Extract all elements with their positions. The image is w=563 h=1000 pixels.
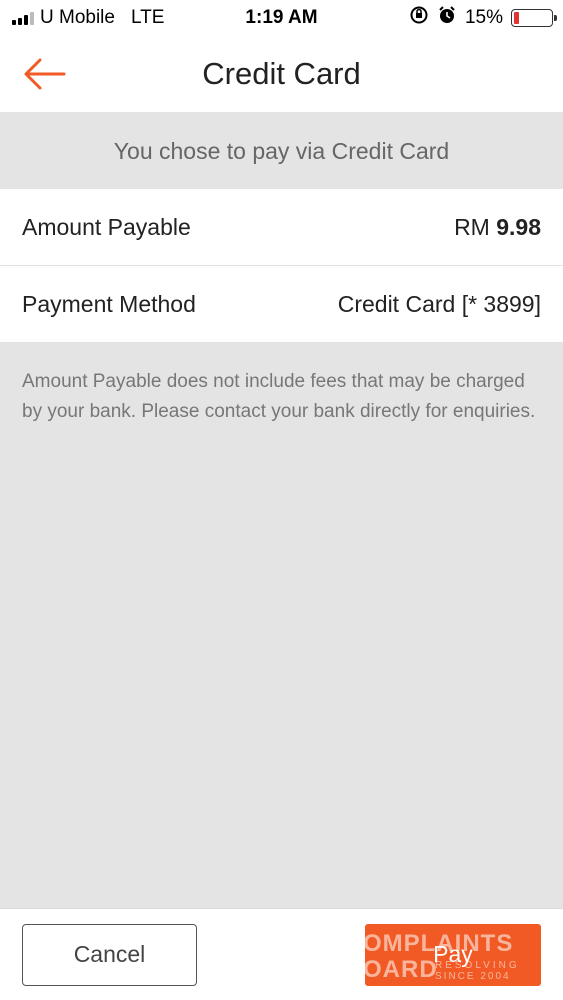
status-bar-right: 15% [409,5,557,31]
amount-payable-label: Amount Payable [22,213,191,240]
payment-info-banner: You chose to pay via Credit Card [0,113,563,189]
nav-bar: Credit Card [0,36,563,113]
amount-payable-row: Amount Payable RM 9.98 [0,189,563,266]
page-title: Credit Card [202,56,361,91]
signal-strength-icon [12,11,34,25]
amount-payable-value: RM 9.98 [454,214,541,241]
payment-method-row: Payment Method Credit Card [* 3899] [0,266,563,343]
battery-icon [511,9,557,27]
alarm-icon [437,5,457,31]
currency-label: RM [454,213,497,240]
cancel-button[interactable]: Cancel [22,923,197,986]
status-bar-left: U Mobile LTE [12,7,164,29]
fees-note: Amount Payable does not include fees tha… [22,371,536,422]
arrow-left-icon [24,58,66,90]
network-type: LTE [130,7,165,28]
amount-value: 9.98 [496,213,541,240]
bottom-action-bar: Cancel OMPLAINTS OARD RESOLVING SINCE 20… [0,908,563,1000]
status-bar: U Mobile LTE 1:19 AM 15% [0,0,563,36]
back-button[interactable] [22,56,72,92]
battery-fill [514,12,520,24]
payment-method-value: Credit Card [* 3899] [337,290,541,317]
payment-method-label: Payment Method [22,290,196,317]
rotation-lock-icon [409,5,429,31]
carrier-name: U Mobile [40,7,115,28]
battery-percent: 15% [464,7,503,28]
payment-content: You chose to pay via Credit Card Amount … [0,113,563,908]
pay-button[interactable]: OMPLAINTS OARD RESOLVING SINCE 2004 Pay [365,923,541,986]
pay-label: Pay [433,941,473,967]
